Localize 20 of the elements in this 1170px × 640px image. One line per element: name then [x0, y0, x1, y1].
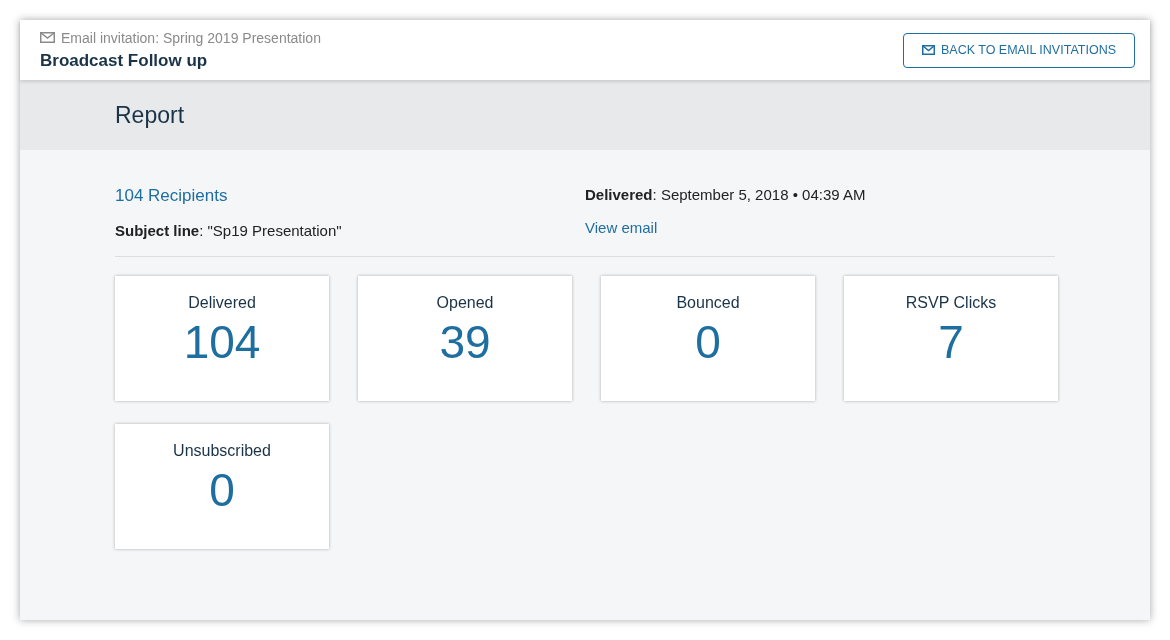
stat-label: Delivered [188, 294, 256, 312]
stat-label: RSVP Clicks [905, 294, 997, 312]
stat-value: 104 [183, 315, 261, 369]
recipients-link[interactable]: 104 Recipients [115, 186, 585, 206]
stat-label: Bounced [676, 294, 740, 312]
stat-value: 7 [938, 315, 964, 369]
envelope-icon [40, 32, 55, 43]
envelope-icon [921, 45, 935, 55]
stat-label: Unsubscribed [173, 442, 271, 460]
view-email-link[interactable]: View email [585, 219, 1055, 236]
stat-value: 0 [695, 315, 721, 369]
delivered-date-text: Delivered: September 5, 2018 • 04:39 AM [585, 186, 867, 203]
page-title: Broadcast Follow up [40, 50, 209, 71]
report-title: Report [115, 101, 185, 129]
back-button[interactable]: BACK TO EMAIL INVITATIONS [902, 32, 1135, 68]
stat-value: 39 [439, 315, 491, 369]
breadcrumb-text: Email invitation: Spring 2019 Presentation [61, 29, 321, 46]
subject-line-text: Subject line: "Sp19 Presentation" [115, 222, 343, 239]
stat-value: 0 [209, 463, 235, 517]
stat-label: Opened [436, 294, 494, 312]
